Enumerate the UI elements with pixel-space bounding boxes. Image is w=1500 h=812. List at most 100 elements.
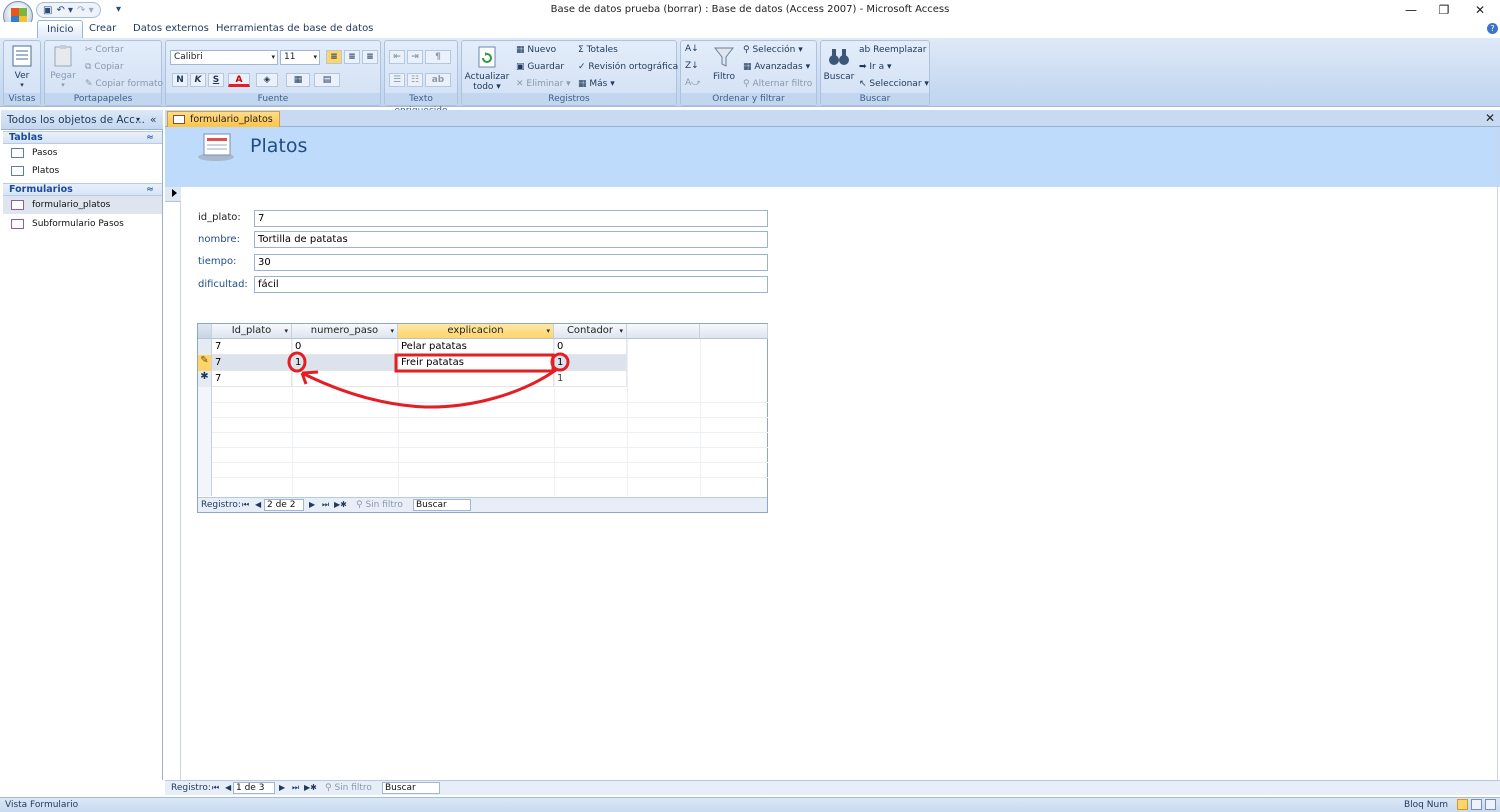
nombre-field[interactable]: Tortilla de patatas: [254, 231, 768, 248]
increase-indent-button[interactable]: ⇥: [407, 50, 423, 64]
cell-explicacion[interactable]: [398, 371, 554, 387]
record-position-field[interactable]: 2 de 2: [264, 499, 304, 511]
cell-numero-paso[interactable]: [292, 371, 398, 387]
save-icon[interactable]: ▣: [43, 5, 52, 16]
pegar-button[interactable]: Pegar ▾: [48, 44, 78, 89]
column-header-explicacion[interactable]: explicacion ▾: [398, 324, 554, 339]
cell-id-plato[interactable]: 7: [212, 371, 292, 387]
tab-datos-externos[interactable]: Datos externos: [124, 20, 218, 38]
cell-explicacion[interactable]: Pelar patatas: [398, 339, 554, 355]
totales-button[interactable]: Σ Totales: [578, 45, 618, 55]
numbering-button[interactable]: ☷: [407, 73, 423, 87]
rtl-button[interactable]: ¶: [425, 50, 451, 64]
filter-status[interactable]: ⚲ Sin filtro: [356, 498, 403, 512]
mas-button[interactable]: ▦ Más ▾: [578, 79, 615, 89]
select-all-corner[interactable]: [198, 324, 212, 339]
avanzadas-button[interactable]: ▦ Avanzadas ▾: [743, 62, 810, 72]
nav-section-tablas[interactable]: Tablas ≈: [3, 131, 162, 144]
revision-button[interactable]: ✓ Revisión ortográfica: [578, 62, 678, 72]
chevron-down-icon[interactable]: ▾: [136, 110, 140, 130]
guardar-button[interactable]: ▣ Guardar: [516, 62, 564, 72]
seleccionar-button[interactable]: ↖ Seleccionar ▾: [859, 79, 929, 89]
cell-id-plato[interactable]: 7: [212, 355, 292, 371]
undo-icon[interactable]: ↶ ▾: [56, 5, 73, 16]
nav-item-subformulario-pasos[interactable]: Subformulario Pasos: [3, 215, 162, 233]
id-plato-field[interactable]: 7: [254, 210, 768, 227]
first-record-icon[interactable]: ⏮: [212, 781, 219, 795]
close-document-icon[interactable]: ✕: [1485, 111, 1495, 125]
doc-tab-formulario-platos[interactable]: formulario_platos: [167, 111, 280, 127]
copiar-formato-button[interactable]: ✎ Copiar formato: [85, 79, 163, 89]
font-name-combo[interactable]: Calibri ▾: [170, 50, 278, 65]
previous-record-icon[interactable]: ◀: [225, 781, 231, 795]
filter-status[interactable]: ⚲ Sin filtro: [325, 781, 372, 795]
cell-contador[interactable]: 1: [554, 355, 627, 371]
bullets-button[interactable]: ☰: [389, 73, 405, 87]
cell-numero-paso[interactable]: 1: [292, 355, 398, 371]
fill-color-button[interactable]: ◈: [256, 73, 278, 87]
sort-desc-button[interactable]: Z↓: [685, 61, 699, 71]
underline-button[interactable]: S: [208, 73, 224, 87]
record-position-field[interactable]: 1 de 3: [233, 782, 275, 794]
nav-item-pasos[interactable]: Pasos: [3, 144, 162, 162]
tiempo-field[interactable]: 30: [254, 254, 768, 271]
column-header-numero-paso[interactable]: numero_paso ▾: [292, 324, 398, 339]
copiar-button[interactable]: ⧉ Copiar: [85, 62, 124, 72]
alternate-fill-button[interactable]: ▤: [314, 73, 340, 87]
filtro-button[interactable]: Filtro: [707, 45, 741, 82]
buscar-button[interactable]: Buscar: [822, 45, 856, 82]
font-size-combo[interactable]: 11 ▾: [280, 50, 320, 65]
new-row-selector[interactable]: ✱: [198, 371, 212, 387]
column-header-contador[interactable]: Contador ▾: [554, 324, 627, 339]
nav-item-platos[interactable]: Platos: [3, 162, 162, 180]
row-selector[interactable]: [198, 339, 212, 355]
font-color-button[interactable]: A: [228, 73, 250, 87]
tab-herramientas[interactable]: Herramientas de base de datos: [207, 20, 382, 38]
dificultad-field[interactable]: fácil: [254, 276, 768, 293]
new-record-icon[interactable]: ▶✱: [334, 498, 347, 512]
next-record-icon[interactable]: ▶: [279, 781, 285, 795]
cell-explicacion-active[interactable]: Freir patatas: [398, 355, 554, 371]
ir-a-button[interactable]: ➡ Ir a ▾: [859, 62, 892, 72]
alternar-filtro-button[interactable]: ⚲ Alternar filtro: [743, 79, 812, 89]
next-record-icon[interactable]: ▶: [309, 498, 315, 512]
clear-sort-button[interactable]: A⤻: [685, 78, 701, 88]
cell-numero-paso[interactable]: 0: [292, 339, 398, 355]
record-selector[interactable]: [165, 187, 181, 780]
nav-section-formularios[interactable]: Formularios ≈: [3, 183, 162, 196]
form-view-icon[interactable]: [1457, 799, 1468, 810]
bold-button[interactable]: N: [172, 73, 188, 87]
previous-record-icon[interactable]: ◀: [255, 498, 261, 512]
seleccion-button[interactable]: ⚲ Selección ▾: [743, 45, 803, 55]
tab-crear[interactable]: Crear: [80, 20, 125, 38]
last-record-icon[interactable]: ⏭: [292, 781, 299, 795]
main-search-field[interactable]: Buscar: [382, 782, 440, 794]
column-header-id-plato[interactable]: Id_plato ▾: [212, 324, 292, 339]
align-center-button[interactable]: ≡: [344, 50, 360, 64]
subform-search-field[interactable]: Buscar: [413, 499, 471, 511]
last-record-icon[interactable]: ⏭: [322, 498, 329, 512]
highlight-button[interactable]: ab: [425, 73, 451, 87]
customize-qat-icon[interactable]: ▾: [116, 4, 121, 15]
sort-asc-button[interactable]: A↓: [685, 44, 699, 54]
minimize-button[interactable]: —: [1397, 2, 1425, 18]
layout-view-icon[interactable]: [1471, 799, 1482, 810]
cell-contador[interactable]: 0: [554, 339, 627, 355]
cortar-button[interactable]: ✂ Cortar: [85, 45, 124, 55]
new-record-icon[interactable]: ▶✱: [304, 781, 317, 795]
row-selector-editing[interactable]: ✎: [198, 355, 212, 371]
reemplazar-button[interactable]: ab Reemplazar: [859, 45, 926, 55]
actualizar-todo-button[interactable]: Actualizar todo ▾: [464, 45, 510, 92]
nav-pane-header[interactable]: Todos los objetos de Acc... ▾ «: [1, 110, 163, 130]
restore-button[interactable]: ❐: [1430, 2, 1458, 18]
collapse-pane-icon[interactable]: «: [150, 110, 156, 130]
first-record-icon[interactable]: ⏮: [242, 498, 249, 512]
close-button[interactable]: ✕: [1466, 2, 1494, 18]
redo-icon[interactable]: ↷ ▾: [77, 5, 94, 16]
align-right-button[interactable]: ≡: [362, 50, 378, 64]
nav-item-formulario-platos[interactable]: formulario_platos: [3, 196, 162, 214]
gridlines-button[interactable]: ▦: [286, 73, 310, 87]
cell-contador[interactable]: 1: [554, 371, 627, 387]
italic-button[interactable]: K: [190, 73, 206, 87]
align-left-button[interactable]: ≡: [326, 50, 342, 64]
